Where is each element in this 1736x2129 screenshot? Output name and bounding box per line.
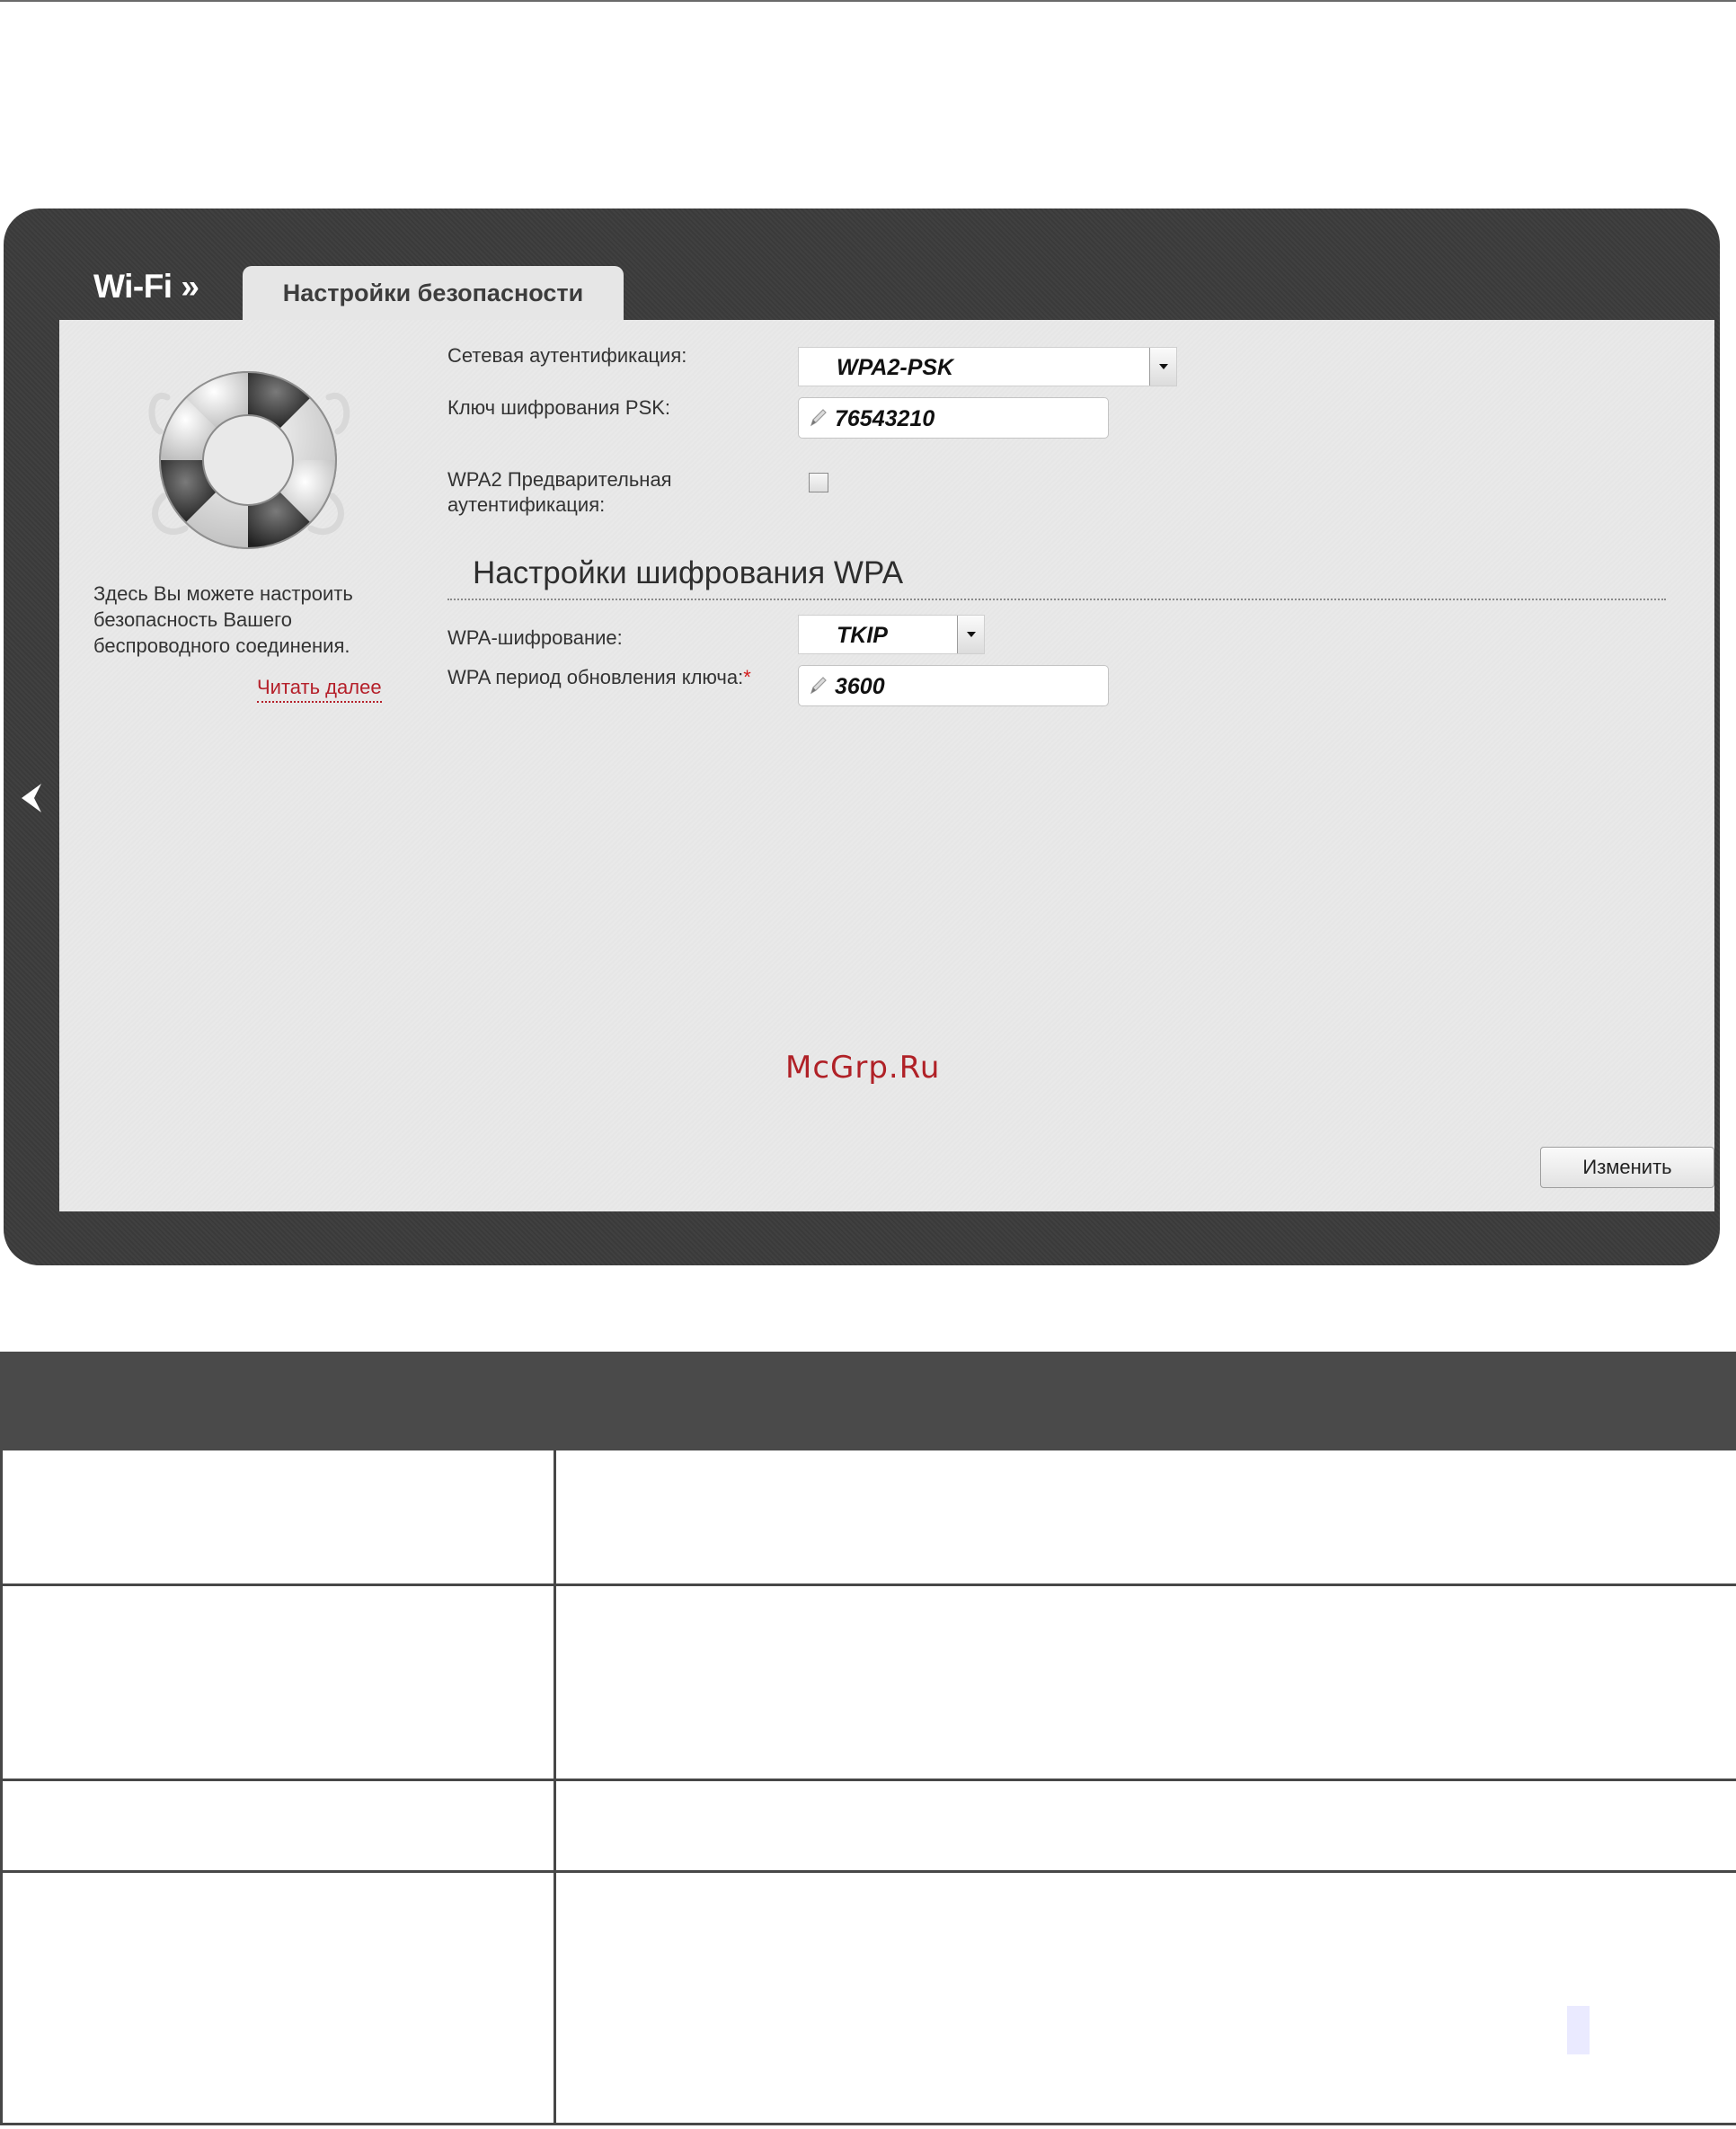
table-cell	[0, 1779, 556, 1873]
table-row	[0, 1583, 1736, 1781]
rekey-input[interactable]: 3600	[798, 665, 1109, 706]
chevron-down-icon[interactable]	[957, 616, 984, 653]
psk-value: 76543210	[835, 406, 935, 431]
preauth-checkbox[interactable]	[809, 473, 828, 492]
table-header-cell	[0, 1352, 556, 1450]
breadcrumb-wifi[interactable]: Wi-Fi »	[93, 268, 199, 306]
auth-select-value: WPA2-PSK	[837, 355, 954, 380]
wpa-cipher-select[interactable]: TKIP	[798, 615, 985, 654]
table-cell	[0, 1448, 556, 1586]
table-cell	[554, 1870, 1736, 2125]
table-cell	[0, 1870, 556, 2125]
table-cell	[554, 1779, 1736, 1873]
rekey-label: WPA период обновления ключа:*	[447, 665, 751, 690]
help-text: Здесь Вы можете настроить безопасность В…	[93, 582, 353, 657]
parameters-table	[0, 1352, 1736, 2125]
table-header-row	[0, 1352, 1736, 1450]
pencil-icon	[810, 409, 827, 427]
rekey-value: 3600	[835, 674, 885, 699]
chevron-down-icon[interactable]	[1149, 348, 1176, 386]
chevron-left-icon[interactable]	[16, 780, 49, 816]
pencil-icon	[810, 677, 827, 695]
required-mark: *	[743, 666, 751, 688]
table-row	[0, 1779, 1736, 1873]
ui-frame-background: Wi-Fi » Настройки безопасности Здесь Вы …	[4, 208, 1720, 1265]
table-cell	[0, 1583, 556, 1781]
lifebuoy-icon	[148, 371, 350, 549]
wpa-cipher-value: TKIP	[837, 623, 888, 648]
section-divider	[447, 599, 1666, 600]
table-header-cell	[554, 1352, 1736, 1450]
table-row	[0, 1448, 1736, 1586]
table-row	[0, 1870, 1736, 2125]
preauth-label: WPA2 Предварительная аутентификация:	[447, 468, 672, 516]
content-panel: Здесь Вы можете настроить безопасность В…	[59, 320, 1714, 1211]
psk-input[interactable]: 76543210	[798, 397, 1109, 439]
change-button[interactable]: Изменить	[1540, 1147, 1714, 1188]
wpa-cipher-label: WPA-шифрование:	[447, 626, 623, 649]
auth-select[interactable]: WPA2-PSK	[798, 347, 1177, 386]
watermark: McGrp.Ru	[785, 1050, 941, 1086]
auth-label: Сетевая аутентификация:	[447, 344, 687, 367]
page-top-rule	[0, 0, 1736, 2]
wpa-section-title: Настройки шифрования WPA	[473, 555, 904, 590]
router-ui-screenshot: Wi-Fi » Настройки безопасности Здесь Вы …	[0, 205, 1736, 1269]
tab-security-settings[interactable]: Настройки безопасности	[243, 266, 624, 320]
rekey-label-text: WPA период обновления ключа:	[447, 666, 744, 688]
psk-label: Ключ шифрования PSK:	[447, 396, 671, 419]
page-marker	[1567, 2006, 1590, 2054]
table-cell	[554, 1448, 1736, 1586]
table-cell	[554, 1583, 1736, 1781]
read-more-link[interactable]: Читать далее	[257, 676, 382, 703]
